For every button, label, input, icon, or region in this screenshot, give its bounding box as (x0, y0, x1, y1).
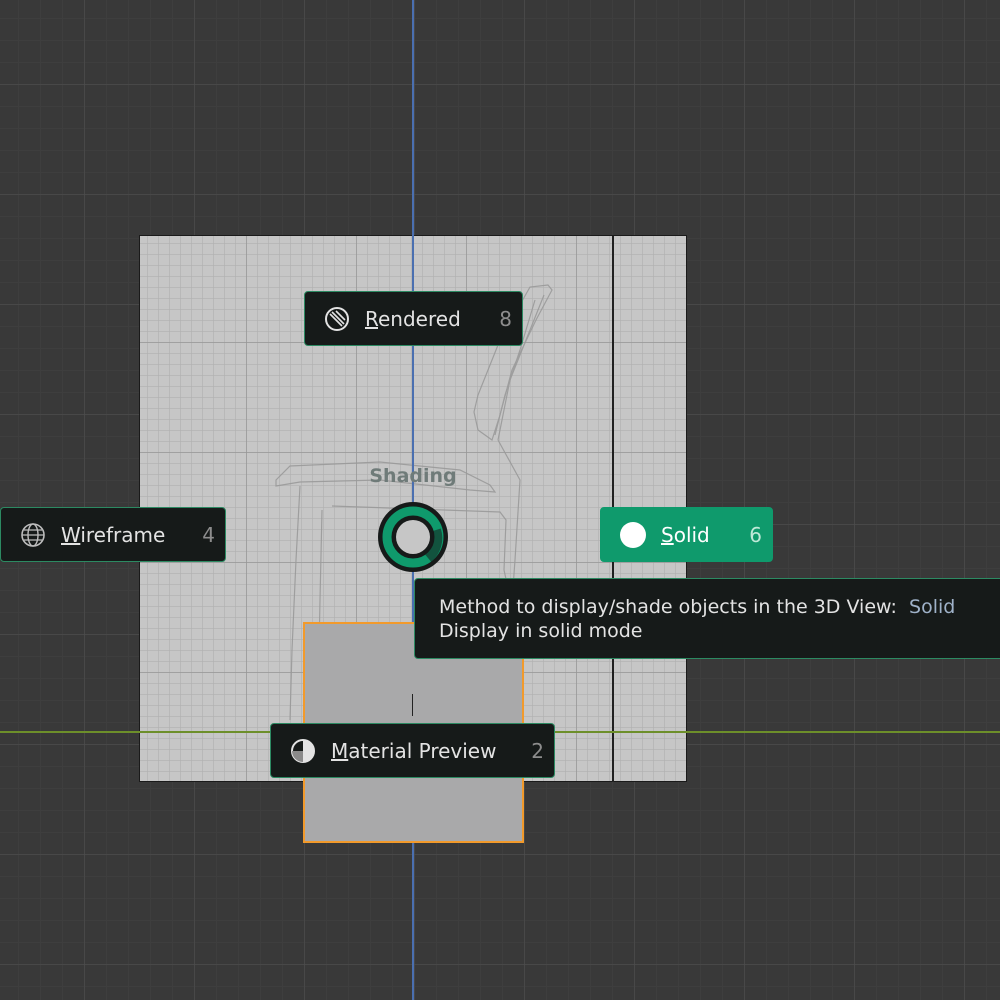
shading-material-mnemonic: M (331, 738, 349, 763)
shading-solid-button[interactable]: Solid 6 (600, 507, 773, 562)
shading-solid-label: olid (673, 522, 710, 547)
pie-direction-indicator (378, 502, 448, 572)
shading-rendered-button[interactable]: Rendered 8 (304, 291, 523, 346)
shading-wireframe-mnemonic: W (61, 522, 81, 547)
shading-material-icon (288, 736, 318, 766)
shading-wireframe-shortcut: 4 (202, 522, 215, 547)
shading-wireframe-label: ireframe (80, 522, 166, 547)
tooltip-description: Method to display/shade objects in the 3… (439, 596, 897, 618)
shading-solid-shortcut: 6 (749, 522, 762, 547)
shading-rendered-icon (322, 304, 352, 334)
shading-rendered-shortcut: 8 (499, 306, 512, 331)
3d-viewport[interactable]: Shading Rendered 8 Wireframe 4 Solid 6 M… (0, 0, 1000, 1000)
shading-material-shortcut: 2 (531, 738, 544, 763)
shading-solid-mnemonic: S (661, 522, 674, 547)
pie-menu-title: Shading (369, 465, 457, 487)
shading-solid-icon (618, 520, 648, 550)
shading-material-preview-button[interactable]: Material Preview 2 (270, 723, 555, 778)
shading-wireframe-button[interactable]: Wireframe 4 (0, 507, 226, 562)
tooltip-line-1: Method to display/shade objects in the 3… (439, 595, 1000, 619)
tooltip-line-2: Display in solid mode (439, 620, 643, 642)
shading-material-label: aterial Preview (348, 738, 497, 763)
object-origin-marker (412, 694, 413, 716)
shading-wireframe-icon (18, 520, 48, 550)
shading-rendered-mnemonic: R (365, 306, 378, 331)
shading-rendered-label: endered (378, 306, 461, 331)
shading-tooltip: Method to display/shade objects in the 3… (414, 578, 1000, 659)
tooltip-enum-value: Solid (909, 596, 956, 618)
